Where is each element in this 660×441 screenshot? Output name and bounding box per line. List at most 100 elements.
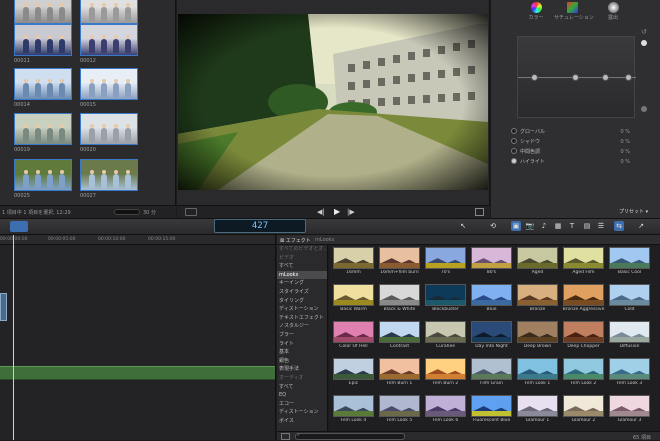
- clip-thumbnail[interactable]: [80, 68, 138, 100]
- effect-item[interactable]: Black & White: [379, 284, 420, 312]
- toolbar-button[interactable]: ↖: [458, 221, 468, 231]
- clip-thumbnail[interactable]: [14, 0, 72, 24]
- effect-item[interactable]: Contrast: [379, 321, 420, 349]
- effect-item[interactable]: Curahee: [425, 321, 466, 349]
- effect-item[interactable]: Basic Cool: [609, 247, 650, 275]
- effect-item[interactable]: Day Into Night: [471, 321, 512, 349]
- toolbar-button[interactable]: 📷: [525, 221, 535, 231]
- control-shadows[interactable]: シャドウ: [511, 137, 540, 145]
- effect-category[interactable]: ディストーション: [277, 408, 327, 416]
- effect-item[interactable]: Glamour 1: [517, 395, 558, 423]
- highlight-puck[interactable]: [625, 74, 632, 81]
- effect-item[interactable]: Film Look 4: [333, 395, 374, 423]
- effect-category[interactable]: ノスタルジー: [277, 322, 327, 330]
- effect-item[interactable]: Color Of Hell: [333, 321, 374, 349]
- effect-category[interactable]: すべて: [277, 383, 327, 391]
- control-midtones[interactable]: 中間色調: [511, 147, 540, 155]
- effect-item[interactable]: Film Look 6: [425, 395, 466, 423]
- toolbar-button[interactable]: T: [567, 221, 577, 231]
- effect-category[interactable]: ボイス: [277, 417, 327, 425]
- toolbar-button[interactable]: ⇆: [614, 221, 624, 231]
- effect-item[interactable]: Film Look 5: [379, 395, 420, 423]
- effect-item[interactable]: 70's: [425, 247, 466, 275]
- effect-category[interactable]: ライト: [277, 340, 327, 348]
- clip-thumbnail[interactable]: [14, 24, 72, 56]
- toolbar-button[interactable]: ♪: [539, 221, 549, 231]
- exposure-board[interactable]: [517, 36, 636, 118]
- timecode-display[interactable]: 427: [214, 219, 306, 233]
- effect-category[interactable]: スタイライズ: [277, 288, 327, 296]
- effect-item[interactable]: Blockbuster: [425, 284, 466, 312]
- fullscreen-icon[interactable]: [475, 208, 484, 216]
- effect-item[interactable]: Film Burn 1: [379, 358, 420, 386]
- effect-item[interactable]: Film Burn 2: [425, 358, 466, 386]
- zoom-slider[interactable]: [114, 209, 140, 215]
- shadow-puck[interactable]: [572, 74, 579, 81]
- effect-item[interactable]: Glamour 2: [563, 395, 604, 423]
- control-global[interactable]: グローバル: [511, 127, 545, 135]
- effect-item[interactable]: Fluorescent Blue: [471, 395, 512, 423]
- effect-item[interactable]: 16mm+film burn: [379, 247, 420, 275]
- clip-thumbnail[interactable]: [80, 113, 138, 145]
- toolbar-button[interactable]: ☰: [596, 221, 606, 231]
- effect-item[interactable]: Deep Chopper: [563, 321, 604, 349]
- global-radio[interactable]: [511, 128, 517, 134]
- sidebar-toggle-icon[interactable]: [281, 433, 290, 440]
- effect-item[interactable]: Epic: [333, 358, 374, 386]
- timeline[interactable]: 00:00:00:00 00:00:05:00 00:00:10:00 00:0…: [0, 235, 276, 440]
- clip-thumbnail[interactable]: [80, 24, 138, 56]
- effect-item[interactable]: Aged Film: [563, 247, 604, 275]
- effect-category[interactable]: ブラー: [277, 331, 327, 339]
- highlights-radio[interactable]: [511, 158, 517, 164]
- effect-item[interactable]: Cold: [609, 284, 650, 312]
- timeline-ruler[interactable]: 00:00:00:00 00:00:05:00 00:00:10:00 00:0…: [0, 235, 275, 245]
- control-highlights[interactable]: ハイライト: [511, 157, 545, 165]
- view-options-icon[interactable]: [185, 208, 197, 216]
- effect-item[interactable]: Blue: [471, 284, 512, 312]
- clip-thumbnail[interactable]: [14, 159, 72, 191]
- effect-item[interactable]: Film Grain: [471, 358, 512, 386]
- effect-item[interactable]: Bronze: [517, 284, 558, 312]
- effect-item[interactable]: Aged: [517, 247, 558, 275]
- presets-menu[interactable]: プリセット ▾: [619, 208, 648, 215]
- effect-category[interactable]: キーイング: [277, 279, 327, 287]
- clip-thumbnail[interactable]: [80, 159, 138, 191]
- toolbar-button[interactable]: ↗: [636, 221, 646, 231]
- clip-thumbnail[interactable]: [14, 113, 72, 145]
- clip-thumbnail[interactable]: [14, 68, 72, 100]
- previous-frame-button[interactable]: ◀|: [317, 208, 325, 216]
- reset-icon[interactable]: ↺: [641, 28, 647, 36]
- effect-category[interactable]: mLooks: [277, 270, 327, 279]
- effect-category[interactable]: 表現手法: [277, 365, 327, 373]
- effect-item[interactable]: Deep Brown: [517, 321, 558, 349]
- search-input[interactable]: [295, 433, 405, 440]
- effect-category[interactable]: 基本: [277, 348, 327, 356]
- next-frame-button[interactable]: |▶: [347, 208, 355, 216]
- midtone-puck[interactable]: [602, 74, 609, 81]
- effect-category[interactable]: エコー: [277, 400, 327, 408]
- toolbar-button[interactable]: ▦: [553, 221, 563, 231]
- exposure-tab[interactable]: 露出: [595, 2, 631, 21]
- midtones-radio[interactable]: [511, 148, 517, 154]
- effect-item[interactable]: Diffusion: [609, 321, 650, 349]
- effect-category[interactable]: 銀色: [277, 357, 327, 365]
- effect-item[interactable]: Glamour 3: [609, 395, 650, 423]
- effect-item[interactable]: Bronze Aggressive: [563, 284, 604, 312]
- toolbar-button[interactable]: ⟲: [488, 221, 498, 231]
- effect-category[interactable]: ディストーション: [277, 305, 327, 313]
- saturation-tab[interactable]: サチュレーション: [554, 2, 594, 21]
- shadows-radio[interactable]: [511, 138, 517, 144]
- video-clip[interactable]: [0, 293, 7, 321]
- effect-item[interactable]: Film Look 1: [517, 358, 558, 386]
- effect-item[interactable]: 80's: [471, 247, 512, 275]
- audio-track[interactable]: [0, 366, 275, 380]
- toolbar-button[interactable]: ▤: [582, 221, 592, 231]
- select-tool-button[interactable]: [10, 221, 28, 232]
- clip-thumbnail[interactable]: [80, 0, 138, 24]
- effect-item[interactable]: Film Look 2: [563, 358, 604, 386]
- effect-category[interactable]: テキストエフェクト: [277, 314, 327, 322]
- play-button[interactable]: ▶: [334, 207, 340, 216]
- effect-category[interactable]: タイリング: [277, 297, 327, 305]
- playhead[interactable]: [13, 235, 14, 440]
- global-puck[interactable]: [531, 74, 538, 81]
